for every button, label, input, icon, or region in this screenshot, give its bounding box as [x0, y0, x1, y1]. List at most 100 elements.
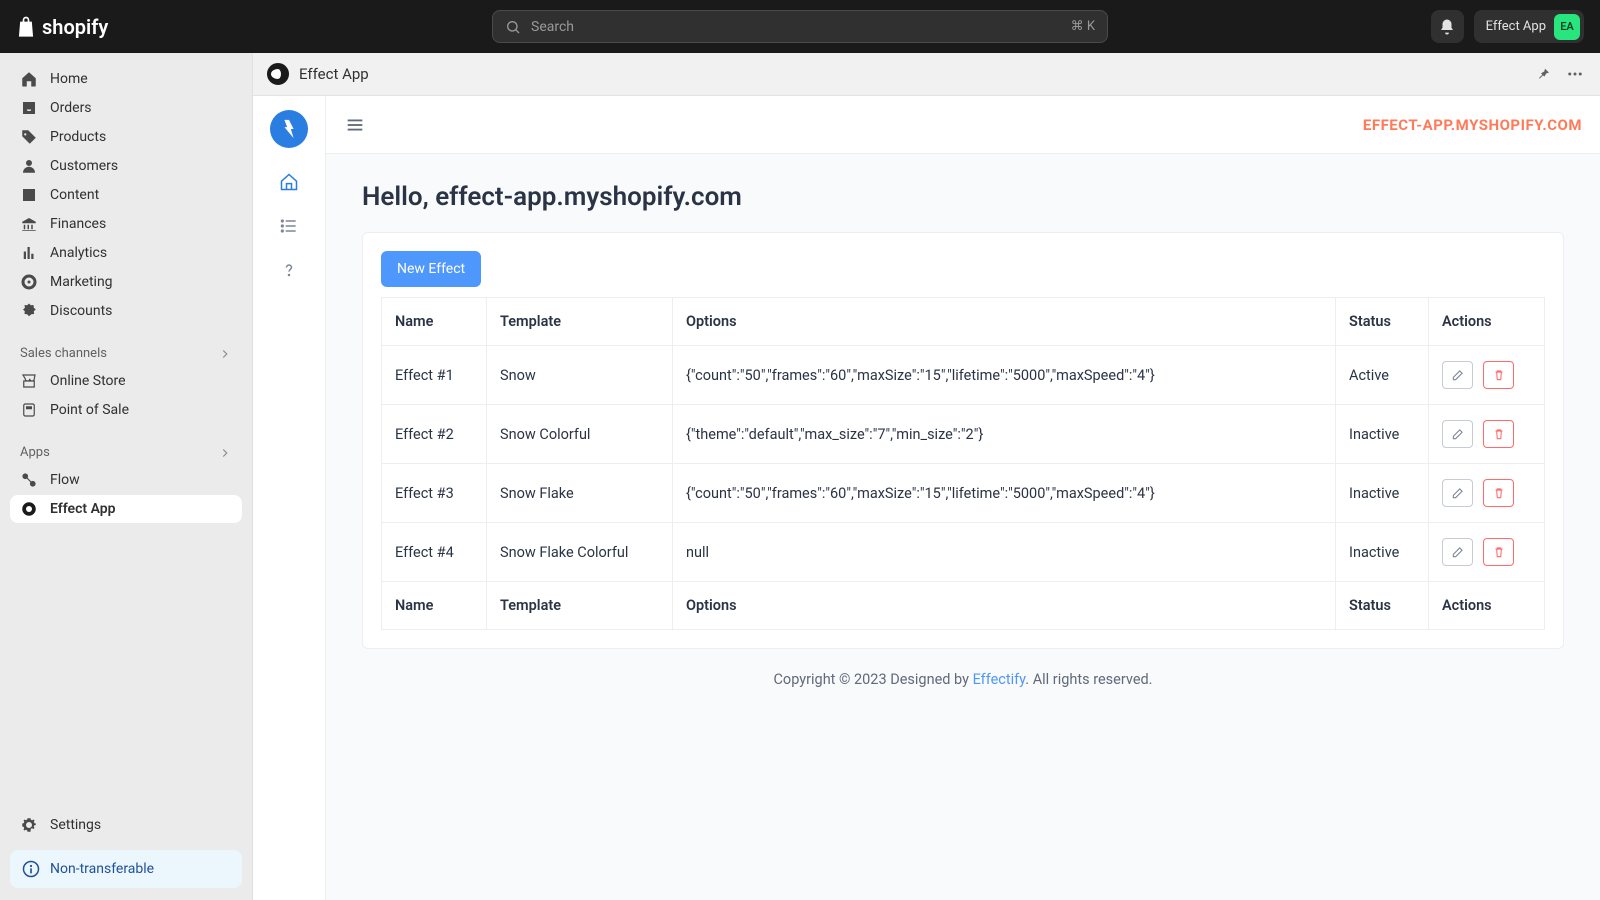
cell-actions [1429, 464, 1545, 523]
search-shortcut: ⌘ K [1071, 19, 1095, 34]
effects-table: Name Template Options Status Actions Eff… [381, 297, 1545, 630]
tf-template: Template [487, 582, 673, 630]
pin-button[interactable] [1532, 63, 1554, 85]
edit-button[interactable] [1442, 479, 1473, 507]
footer-link[interactable]: Effectify [973, 671, 1026, 688]
table-row: Effect #2Snow Colorful{"theme":"default"… [382, 405, 1545, 464]
nav-products[interactable]: Products [10, 123, 242, 151]
image-icon [20, 186, 38, 204]
nav-customers[interactable]: Customers [10, 152, 242, 180]
app-header-title: Effect App [299, 65, 369, 83]
shop-domain-link[interactable]: EFFECT-APP.MYSHOPIFY.COM [1363, 116, 1582, 134]
new-effect-button[interactable]: New Effect [381, 251, 481, 287]
tf-options: Options [673, 582, 1336, 630]
nav-settings[interactable]: Settings [10, 810, 242, 840]
topbar: shopify Search ⌘ K Effect App EA [0, 0, 1600, 53]
embedded-rail [253, 96, 326, 900]
main-area: Effect App EFFECT-APP.MYSHOPIFY.COM [253, 53, 1600, 900]
store-name: Effect App [1486, 19, 1546, 34]
shopify-logo[interactable]: shopify [16, 15, 108, 39]
brand-text: shopify [42, 15, 108, 39]
nav-app-flow[interactable]: Flow [10, 466, 242, 494]
bank-icon [20, 215, 38, 233]
embedded-app: EFFECT-APP.MYSHOPIFY.COM Hello, effect-a… [253, 96, 1600, 900]
cell-actions [1429, 405, 1545, 464]
store-icon [20, 372, 38, 390]
rail-list[interactable] [279, 216, 299, 236]
cell-template: Snow Colorful [487, 405, 673, 464]
nav-content[interactable]: Content [10, 181, 242, 209]
more-button[interactable] [1564, 63, 1586, 85]
cell-actions [1429, 346, 1545, 405]
section-apps[interactable]: Apps [10, 439, 242, 466]
table-header-row: Name Template Options Status Actions [382, 298, 1545, 346]
app-logo [270, 110, 308, 148]
embedded-topbar: EFFECT-APP.MYSHOPIFY.COM [326, 96, 1600, 154]
delete-button[interactable] [1483, 420, 1514, 448]
nav-analytics[interactable]: Analytics [10, 239, 242, 267]
store-avatar: EA [1554, 14, 1580, 40]
person-icon [20, 157, 38, 175]
section-sales-channels[interactable]: Sales channels [10, 340, 242, 367]
nav-orders[interactable]: Orders [10, 94, 242, 122]
flow-icon [20, 471, 38, 489]
search-input[interactable]: Search ⌘ K [492, 10, 1108, 43]
inbox-icon [20, 99, 38, 117]
cell-status: Inactive [1336, 523, 1429, 582]
rail-help[interactable] [279, 260, 299, 280]
effects-card: New Effect Name Template Options Status … [362, 232, 1564, 649]
delete-button[interactable] [1483, 361, 1514, 389]
store-menu[interactable]: Effect App EA [1474, 10, 1584, 43]
th-options: Options [673, 298, 1336, 346]
pos-icon [20, 401, 38, 419]
info-banner: Non-transferable [10, 850, 242, 888]
nav-app-effect-app[interactable]: Effect App [10, 495, 242, 523]
nav-point-of-sale[interactable]: Point of Sale [10, 396, 242, 424]
table-row: Effect #3Snow Flake{"count":"50","frames… [382, 464, 1545, 523]
rail-home[interactable] [279, 172, 299, 192]
cell-name: Effect #2 [382, 405, 487, 464]
cell-name: Effect #3 [382, 464, 487, 523]
nav-marketing[interactable]: Marketing [10, 268, 242, 296]
nav-finances[interactable]: Finances [10, 210, 242, 238]
nav-discounts[interactable]: Discounts [10, 297, 242, 325]
app-header-icon [267, 63, 289, 85]
table-row: Effect #4Snow Flake ColorfulnullInactive [382, 523, 1545, 582]
search-icon [505, 19, 521, 35]
chevron-right-icon [218, 446, 232, 460]
delete-button[interactable] [1483, 538, 1514, 566]
menu-toggle[interactable] [344, 114, 366, 136]
delete-button[interactable] [1483, 479, 1514, 507]
tf-status: Status [1336, 582, 1429, 630]
home-icon [20, 70, 38, 88]
app-header-bar: Effect App [253, 53, 1600, 96]
cell-template: Snow [487, 346, 673, 405]
cell-options: {"count":"50","frames":"60","maxSize":"1… [673, 464, 1336, 523]
page-greeting: Hello, effect-app.myshopify.com [326, 154, 1600, 232]
edit-button[interactable] [1442, 538, 1473, 566]
shopify-bag-icon [16, 15, 36, 39]
cell-status: Inactive [1336, 464, 1429, 523]
embedded-footer: Copyright © 2023 Designed by Effectify. … [326, 649, 1600, 710]
notifications-button[interactable] [1431, 10, 1464, 43]
target-icon [20, 273, 38, 291]
edit-button[interactable] [1442, 361, 1473, 389]
table-row: Effect #1Snow{"count":"50","frames":"60"… [382, 346, 1545, 405]
cell-options: {"count":"50","frames":"60","maxSize":"1… [673, 346, 1336, 405]
th-status: Status [1336, 298, 1429, 346]
nav-home[interactable]: Home [10, 65, 242, 93]
search-placeholder: Search [531, 19, 1071, 35]
gear-icon [20, 816, 38, 834]
nav-online-store[interactable]: Online Store [10, 367, 242, 395]
bell-icon [1438, 18, 1456, 36]
th-actions: Actions [1429, 298, 1545, 346]
chevron-right-icon [218, 347, 232, 361]
cell-name: Effect #4 [382, 523, 487, 582]
cell-template: Snow Flake Colorful [487, 523, 673, 582]
info-icon [22, 860, 40, 878]
effect-app-icon [20, 500, 38, 518]
tf-name: Name [382, 582, 487, 630]
cell-template: Snow Flake [487, 464, 673, 523]
tag-icon [20, 128, 38, 146]
edit-button[interactable] [1442, 420, 1473, 448]
